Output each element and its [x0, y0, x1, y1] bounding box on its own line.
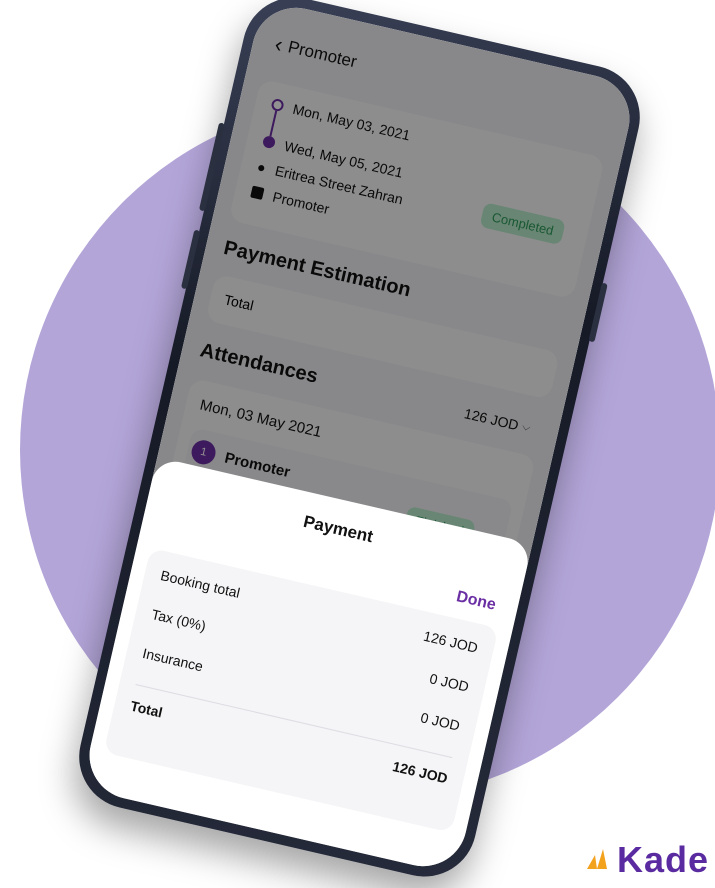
done-button[interactable]: Done: [454, 588, 498, 615]
booking-total-label: Booking total: [159, 567, 242, 601]
insurance-label: Insurance: [141, 645, 205, 675]
tax-value: 0 JOD: [428, 670, 471, 695]
insurance-value: 0 JOD: [419, 709, 462, 734]
logo-icon: [587, 849, 607, 869]
booking-total-row: Booking total 126 JOD: [159, 567, 479, 656]
payment-summary-card: Booking total 126 JOD Tax (0%) 0 JOD Ins…: [103, 547, 499, 833]
grand-total-label: Total: [128, 697, 165, 721]
tax-row: Tax (0%) 0 JOD: [150, 606, 470, 695]
brand-logo: Kade: [565, 835, 715, 875]
logo-text: Kade: [617, 839, 710, 875]
booking-total-value: 126 JOD: [421, 627, 480, 656]
tax-label: Tax (0%): [150, 606, 208, 635]
grand-total-value: 126 JOD: [391, 758, 450, 787]
phone-device: ‹ Promoter Mon, May 03, 2021 Wed, May 05…: [68, 0, 651, 887]
